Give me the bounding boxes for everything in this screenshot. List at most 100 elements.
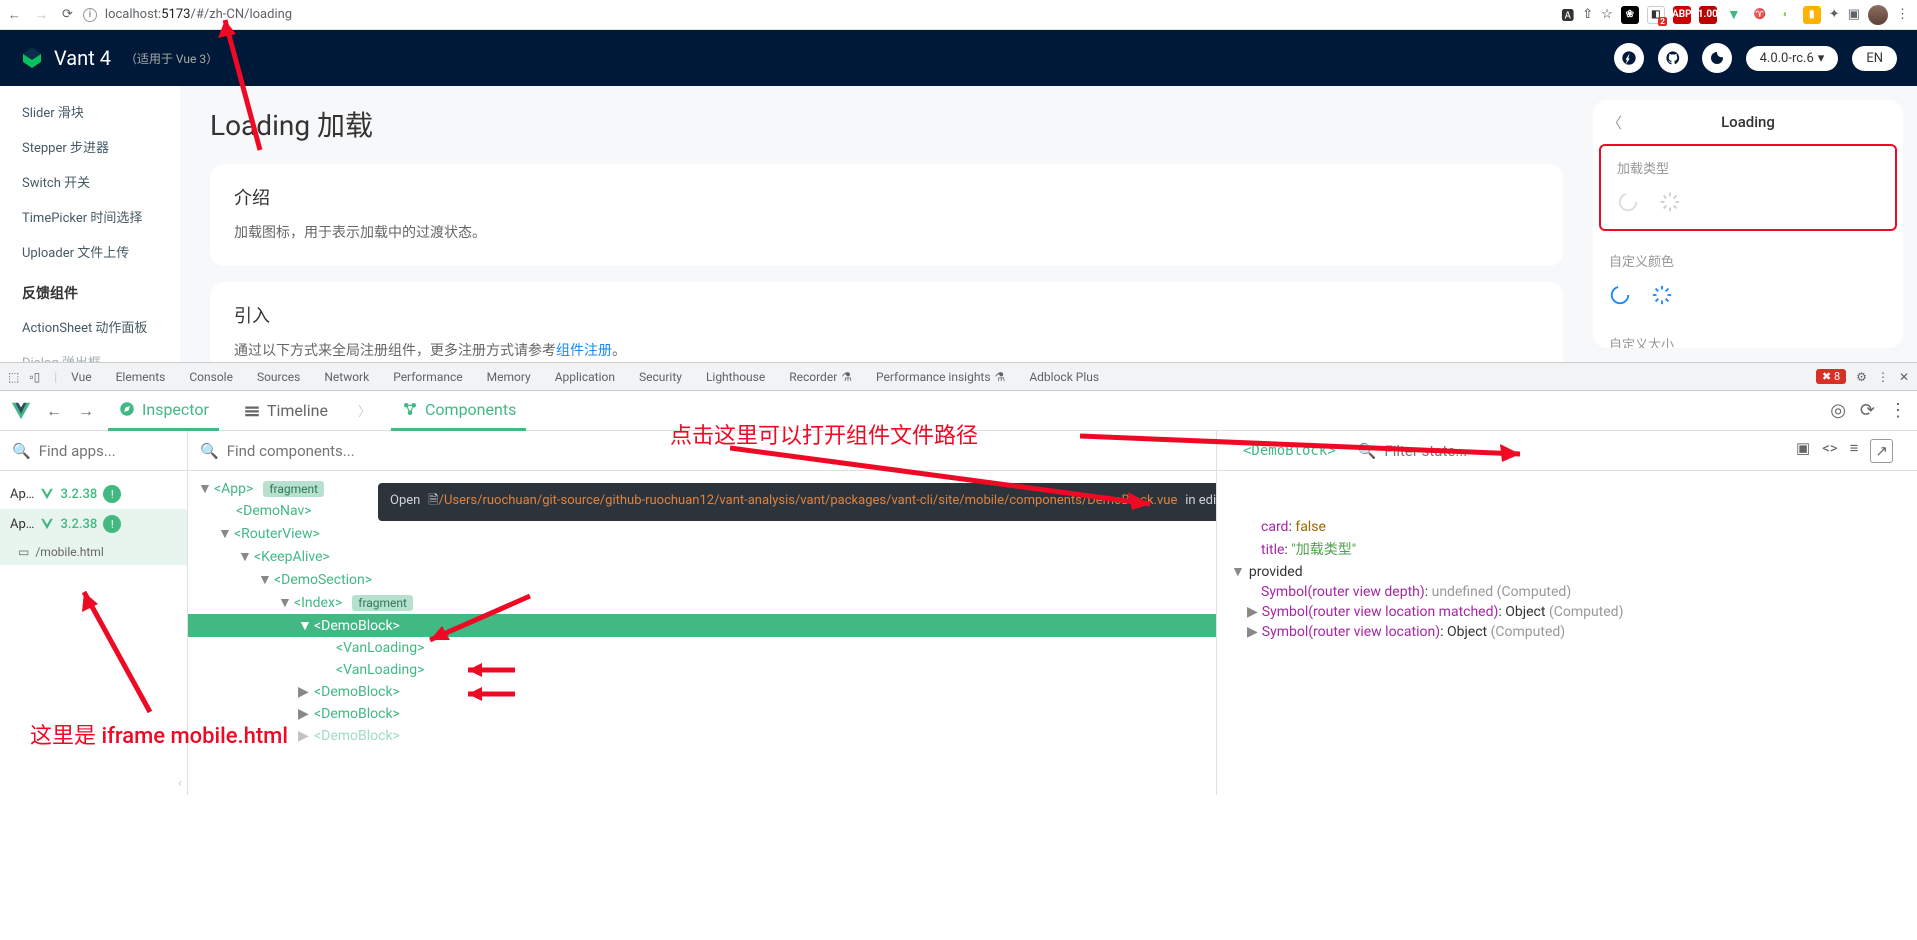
tree-row[interactable]: <VanLoading>	[188, 659, 1216, 681]
search-components[interactable]: 🔍	[188, 431, 1217, 470]
sidebar-item[interactable]: TimePicker 时间选择	[0, 199, 180, 234]
sidebar-item[interactable]: Dialog 弹出框	[0, 344, 180, 362]
sidebar-item[interactable]: Uploader 文件上传	[0, 234, 180, 269]
filter-icon[interactable]: ≡	[1850, 439, 1859, 463]
share-icon[interactable]: ⇧	[1582, 7, 1593, 22]
info-icon[interactable]: i	[83, 8, 97, 22]
tab-adblock[interactable]: Adblock Plus	[1019, 363, 1109, 391]
forward-icon[interactable]: →	[35, 7, 48, 23]
state-row[interactable]: ▶Symbol(router view location): Object (C…	[1231, 622, 1903, 642]
tree-row[interactable]: ▼<DemoSection>	[188, 568, 1216, 591]
tree-row[interactable]: ▼<Index>fragment	[188, 591, 1216, 614]
timeline-tab[interactable]: Timeline	[233, 395, 338, 426]
tab-memory[interactable]: Memory	[477, 363, 541, 391]
tree-row-selected[interactable]: ▼<DemoBlock>	[188, 614, 1216, 637]
tree-row[interactable]: <VanLoading>	[188, 637, 1216, 659]
tab-elements[interactable]: Elements	[106, 363, 176, 391]
extension-icons: 🅰 ⇧ ☆ ❀ ◧2 ABP 1.00 ▼ ♈ ◐ ▮ ✦ ▣ ⋮	[1561, 5, 1909, 25]
lang-switch[interactable]: EN	[1852, 46, 1897, 71]
gear-icon[interactable]: ⚙	[1856, 370, 1867, 384]
tab-console[interactable]: Console	[179, 363, 243, 391]
back-icon[interactable]: ←	[8, 7, 21, 23]
page-title: Loading 加载	[210, 104, 1563, 144]
browser-chrome: ← → ⟳ i localhost:5173/#/zh-CN/loading 🅰…	[0, 0, 1917, 30]
refresh-icon[interactable]: ⟳	[1860, 400, 1875, 421]
ext-icon[interactable]: ▮	[1803, 6, 1821, 24]
sidebar-item[interactable]: ActionSheet 动作面板	[0, 309, 180, 344]
state-row: Symbol(router view depth): undefined (Co…	[1231, 582, 1903, 602]
filter-state-input[interactable]	[1384, 442, 1584, 460]
iframe-icon: ▭	[18, 545, 29, 559]
state-row: title: "加载类型"	[1231, 537, 1903, 561]
menu-icon[interactable]: ⋮	[1877, 370, 1889, 384]
search-components-input[interactable]	[227, 442, 527, 460]
preview-section: 自定义大小	[1593, 322, 1903, 348]
ext-icon[interactable]: ◧2	[1647, 6, 1665, 24]
tree-row[interactable]: ▼<KeepAlive>	[188, 545, 1216, 568]
github-icon[interactable]	[1658, 43, 1688, 73]
intro-heading: 介绍	[234, 184, 1539, 210]
camera-icon[interactable]: ▣	[1796, 439, 1810, 463]
tab-security[interactable]: Security	[629, 363, 692, 391]
app-row-selected[interactable]: Ap… 3.2.38 !	[0, 509, 187, 539]
tab-performance[interactable]: Performance	[383, 363, 472, 391]
extensions-icon[interactable]: ✦	[1829, 7, 1840, 22]
sidebar-item[interactable]: Slider 滑块	[0, 94, 180, 129]
close-icon[interactable]: ✕	[1899, 370, 1909, 384]
wechat-icon[interactable]	[1614, 43, 1644, 73]
app-row[interactable]: Ap… 3.2.38 !	[0, 479, 187, 509]
error-badge[interactable]: ✖ 8	[1816, 369, 1846, 384]
forward-icon[interactable]: →	[78, 401, 94, 421]
device-icon[interactable]: ▫▯	[29, 370, 50, 384]
ext-icon[interactable]: ◐	[1777, 6, 1795, 24]
ext-icon[interactable]: 1.00	[1699, 6, 1717, 24]
sidebar-item[interactable]: Stepper 步进器	[0, 129, 180, 164]
devtools-right: ✖ 8 ⚙ ⋮ ✕	[1816, 369, 1909, 384]
panel-icon[interactable]: ▣	[1848, 7, 1860, 22]
inspect-icon[interactable]: ⬚	[8, 370, 25, 384]
tree-row[interactable]: ▶<DemoBlock>	[188, 703, 1216, 725]
vue-devtools: ← → Inspector Timeline 〉 Components ◎ ⟳ …	[0, 391, 1917, 795]
tab-application[interactable]: Application	[545, 363, 625, 391]
inspector-tab[interactable]: Inspector	[108, 391, 219, 431]
ext-icon[interactable]: ♈	[1751, 6, 1769, 24]
sidebar-item[interactable]: Switch 开关	[0, 164, 180, 199]
tab-lighthouse[interactable]: Lighthouse	[696, 363, 775, 391]
tree-row[interactable]: ▶<DemoBlock>	[188, 681, 1216, 703]
reload-icon[interactable]: ⟳	[62, 7, 73, 23]
tab-sources[interactable]: Sources	[247, 363, 310, 391]
components-tab[interactable]: Components	[391, 391, 526, 431]
state-actions: ▣ <> ≡ ↗	[1796, 439, 1905, 463]
menu-icon[interactable]: ⋮	[1889, 400, 1907, 421]
search-apps[interactable]: 🔍	[0, 431, 188, 470]
ext-icon[interactable]: ❀	[1621, 6, 1639, 24]
avatar-icon[interactable]	[1868, 5, 1888, 25]
tree-row[interactable]: ▶<DemoBlock>	[188, 725, 1216, 747]
translate-icon[interactable]: 🅰	[1561, 5, 1574, 24]
state-group[interactable]: ▼provided	[1231, 561, 1903, 582]
version-select[interactable]: 4.0.0-rc.6▾	[1746, 46, 1839, 71]
tab-perf-insights[interactable]: Performance insights⚗	[866, 363, 1015, 391]
tab-vue[interactable]: Vue	[61, 363, 101, 391]
preview-title: Loading	[1721, 113, 1775, 131]
back-icon[interactable]: ←	[46, 401, 62, 421]
tab-recorder[interactable]: Recorder⚗	[779, 363, 862, 391]
star-icon[interactable]: ☆	[1601, 7, 1613, 22]
menu-icon[interactable]: ⋮	[1896, 7, 1909, 22]
url-bar[interactable]: i localhost:5173/#/zh-CN/loading	[83, 7, 1551, 22]
search-apps-input[interactable]	[39, 442, 149, 460]
abp-icon[interactable]: ABP	[1673, 6, 1691, 24]
vue-ext-icon[interactable]: ▼	[1725, 6, 1743, 24]
theme-icon[interactable]	[1702, 43, 1732, 73]
register-link[interactable]: 组件注册	[556, 343, 612, 359]
back-icon[interactable]: 〈	[1607, 112, 1622, 133]
code-icon[interactable]: <>	[1822, 439, 1837, 463]
tree-row[interactable]: ▼<RouterView>	[188, 522, 1216, 545]
search-icon: 🔍	[12, 442, 31, 460]
tab-network[interactable]: Network	[314, 363, 379, 391]
resize-handle[interactable]: ‹	[178, 776, 188, 791]
state-header: <DemoBlock> 🔍 ▣ <> ≡ ↗	[1217, 431, 1917, 470]
state-row[interactable]: ▶Symbol(router view location matched): O…	[1231, 602, 1903, 622]
open-editor-icon[interactable]: ↗	[1870, 439, 1893, 463]
target-icon[interactable]: ◎	[1830, 400, 1846, 421]
